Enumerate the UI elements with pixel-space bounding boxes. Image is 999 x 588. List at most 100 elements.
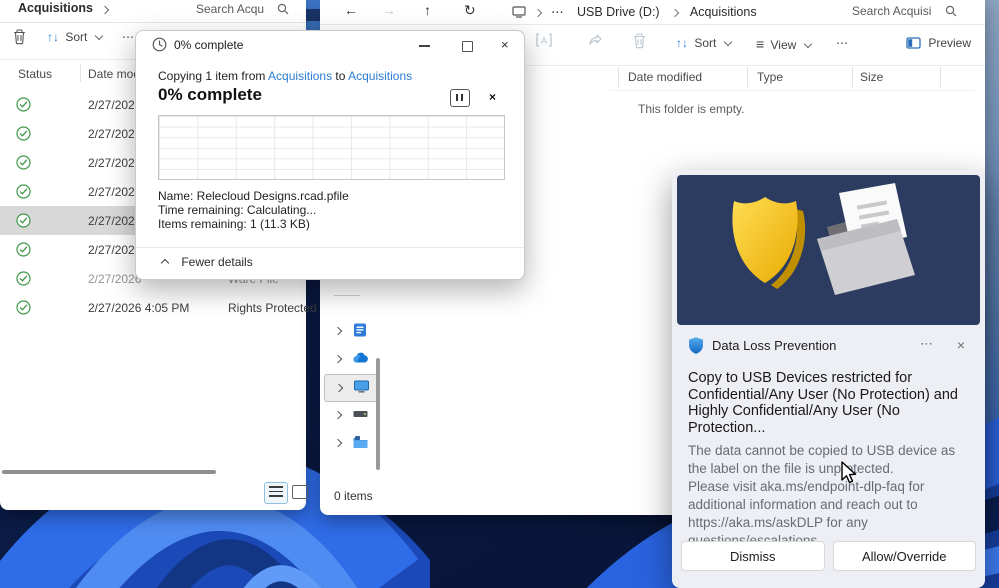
toast-body: The data cannot be copied to USB device … — [688, 442, 971, 550]
maximize-button[interactable] — [462, 41, 473, 52]
horizontal-scrollbar[interactable] — [0, 468, 306, 476]
column-header-status[interactable]: Status — [18, 67, 52, 81]
column-header-type[interactable]: Type — [757, 70, 783, 84]
table-row[interactable]: 2/27/2026 4:05 PM Rights Protected Docu — [0, 293, 348, 322]
chevron-right-icon — [670, 8, 680, 18]
breadcrumb-ellipsis[interactable]: ⋯ — [551, 5, 564, 19]
sort-arrows-icon: ↑↓ — [676, 36, 688, 50]
search-icon — [278, 3, 289, 15]
column-header-date-modified[interactable]: Date modified — [628, 70, 702, 84]
items-remaining-line: Items remaining: 1 (11.3 KB) — [158, 217, 310, 231]
chevron-right-icon[interactable] — [333, 354, 343, 364]
nav-pane-scrollbar[interactable] — [376, 358, 380, 470]
dialog-title-bar[interactable]: 0% complete × — [136, 31, 524, 59]
file-date-modified: 2/27/2026 — [88, 243, 142, 257]
toast-close-button[interactable]: × — [957, 337, 965, 353]
minimize-button[interactable] — [419, 45, 430, 47]
rename-button[interactable]: A — [536, 33, 552, 50]
sync-status-check-icon — [16, 184, 31, 202]
fewer-details-toggle[interactable]: Fewer details — [160, 255, 253, 269]
hard-drive-icon — [353, 411, 368, 417]
back-button[interactable]: ← — [344, 2, 358, 18]
right-sort-button[interactable]: ↑↓ Sort — [676, 36, 732, 50]
breadcrumb-folder[interactable]: Acquisitions — [690, 5, 757, 19]
copy-summary: Copying 1 item from Acquisitions to Acqu… — [158, 69, 413, 83]
sort-arrows-icon: ↑↓ — [47, 30, 59, 44]
column-header-date-modified[interactable]: Date mod — [88, 67, 140, 81]
sidebar-item-network-folder[interactable] — [324, 430, 376, 456]
breadcrumb-drive[interactable]: USB Drive (D:) — [577, 5, 660, 19]
sidebar-item-drive[interactable] — [324, 402, 376, 428]
left-search-input[interactable]: Search Acqu — [196, 2, 289, 16]
forward-button[interactable]: → — [382, 2, 396, 18]
chevron-right-icon — [100, 5, 110, 15]
large-icons-view-toggle[interactable] — [292, 485, 308, 499]
delete-button[interactable] — [632, 32, 647, 52]
preview-pane-icon — [906, 37, 921, 49]
pause-button[interactable] — [450, 89, 470, 107]
chevron-right-icon[interactable] — [333, 438, 343, 448]
file-date-modified: 2/27/2026 — [88, 98, 142, 112]
column-header-size[interactable]: Size — [860, 70, 883, 84]
sidebar-item-onedrive[interactable] — [324, 346, 376, 372]
toast-headline: Copy to USB Devices restricted for Confi… — [688, 370, 958, 436]
scrollbar-thumb[interactable] — [2, 470, 216, 474]
left-status-bar — [0, 478, 308, 510]
right-nav-row: ← → ↑ ↻ ⋯ USB Drive (D:) Acquisitions Se… — [320, 0, 985, 25]
up-button[interactable]: ↑ — [424, 2, 431, 18]
gallery-icon — [354, 323, 366, 337]
left-breadcrumb-folder[interactable]: Acquisitions — [18, 1, 93, 15]
sync-status-check-icon — [16, 97, 31, 115]
refresh-button[interactable]: ↻ — [464, 2, 476, 19]
trash-icon — [633, 33, 646, 49]
svg-text:A: A — [541, 36, 547, 46]
rename-icon: A — [536, 33, 552, 47]
sync-status-check-icon — [16, 271, 31, 289]
sync-status-check-icon — [16, 213, 31, 231]
toast-header: Data Loss Prevention ⋯ × — [672, 334, 985, 360]
time-remaining-line: Time remaining: Calculating... — [158, 203, 317, 217]
close-icon[interactable]: × — [501, 37, 509, 52]
allow-override-button[interactable]: Allow/Override — [832, 541, 976, 571]
sync-status-check-icon — [16, 300, 31, 318]
sync-status-check-icon — [16, 155, 31, 173]
dismiss-button[interactable]: Dismiss — [681, 541, 825, 571]
dialog-divider — [136, 247, 524, 248]
copy-progress-dialog: 0% complete × Copying 1 item from Acquis… — [135, 30, 525, 280]
file-date-modified: 2/27/2026 4:05 PM — [88, 301, 190, 315]
delete-button[interactable] — [12, 28, 27, 48]
right-more-button[interactable]: ⋯ — [836, 36, 848, 50]
dlp-notification-toast: Data Loss Prevention ⋯ × Copy to USB Dev… — [672, 170, 985, 588]
dialog-title: 0% complete — [174, 38, 244, 52]
toast-body-line2: Please visit aka.ms/endpoint-dlp-faq for… — [688, 479, 925, 548]
chevron-down-icon — [803, 39, 812, 49]
toast-more-button[interactable]: ⋯ — [920, 336, 933, 352]
sidebar-item-this-pc[interactable] — [324, 374, 378, 402]
sidebar-item-gallery[interactable] — [324, 318, 376, 344]
shield-icon — [689, 337, 703, 354]
toast-buttons: Dismiss Allow/Override — [681, 541, 976, 571]
destination-folder-link[interactable]: Acquisitions — [348, 69, 412, 83]
cancel-copy-button[interactable]: × — [489, 90, 496, 104]
chevron-right-icon — [534, 8, 543, 18]
empty-folder-message: This folder is empty. — [638, 102, 745, 116]
source-folder-link[interactable]: Acquisitions — [268, 69, 332, 83]
chevron-right-icon[interactable] — [333, 410, 343, 420]
chevron-right-icon[interactable] — [333, 326, 343, 336]
chevron-down-icon — [723, 37, 732, 47]
preview-button[interactable]: Preview — [906, 36, 971, 50]
left-more-button[interactable]: ⋯ — [122, 30, 134, 44]
right-search-input[interactable]: Search Acquisi — [852, 4, 957, 18]
chevron-down-icon — [94, 31, 103, 41]
mouse-cursor — [841, 461, 857, 484]
left-sort-button[interactable]: ↑↓ Sort — [47, 30, 103, 44]
details-view-toggle[interactable] — [264, 482, 288, 504]
share-button[interactable] — [588, 33, 604, 50]
chevron-right-icon[interactable] — [334, 383, 344, 393]
file-name-line: Name: Relecloud Designs.rcad.pfile — [158, 189, 349, 203]
sync-status-check-icon — [16, 242, 31, 260]
file-date-modified: 2/27/2026 — [88, 214, 142, 228]
chevron-up-icon — [160, 258, 170, 268]
view-button[interactable]: ≡ View — [756, 36, 812, 52]
network-folder-icon — [353, 436, 368, 448]
